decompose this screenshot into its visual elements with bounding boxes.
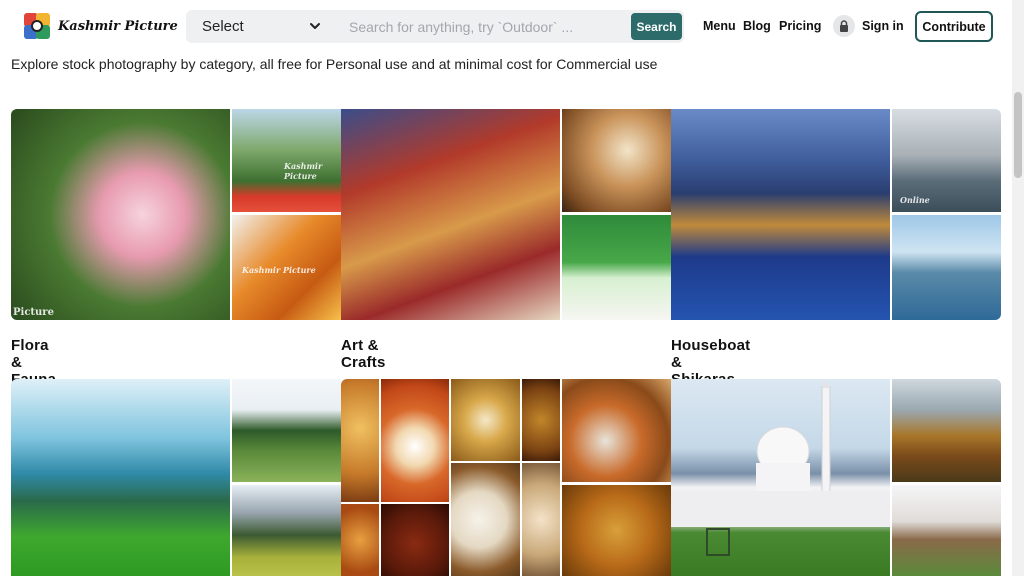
search-bar: Select	[186, 10, 684, 43]
logo-icon	[22, 11, 54, 41]
meadow-photo	[11, 379, 230, 576]
garden-photo: Kashmir Picture	[232, 109, 341, 212]
food-photo	[562, 379, 671, 482]
lock-icon[interactable]	[833, 15, 855, 37]
food-photo	[451, 379, 520, 461]
flower-photo: Picture	[11, 109, 230, 320]
food-photo	[381, 504, 449, 576]
photo-watermark: Kashmir Picture	[242, 265, 316, 275]
shikara-photo: Online	[892, 109, 1001, 212]
top-navbar: Kashmir Picture Select Search Menu Blog …	[0, 0, 1012, 52]
page-subtitle: Explore stock photography by category, a…	[11, 56, 658, 72]
food-photo	[341, 504, 379, 576]
food-photo	[381, 379, 449, 502]
hazratbal-shrine-photo	[671, 379, 890, 576]
clock-tower-photo	[892, 485, 1001, 576]
search-button[interactable]: Search	[631, 13, 682, 40]
nav-blog[interactable]: Blog	[743, 19, 771, 33]
chinar-leaf-photo: Kashmir Picture	[232, 215, 341, 320]
photo-watermark: Online	[900, 195, 930, 205]
sign-in-link[interactable]: Sign in	[862, 19, 904, 33]
food-photo	[451, 463, 520, 576]
painted-table-photo	[562, 215, 671, 320]
nav-pricing[interactable]: Pricing	[779, 19, 821, 33]
chevron-down-icon	[310, 23, 320, 29]
valley-photo	[232, 485, 341, 576]
mosque-icon	[671, 379, 890, 556]
site-logo[interactable]: Kashmir Picture	[22, 11, 178, 41]
food-photo	[522, 379, 560, 461]
category-label[interactable]: Art & Crafts	[341, 337, 386, 371]
food-photo	[562, 485, 671, 576]
category-select[interactable]: Select	[186, 10, 336, 43]
category-select-value: Select	[202, 18, 244, 35]
food-photo	[341, 379, 379, 502]
hari-parbat-fort-photo	[892, 379, 1001, 482]
nav-menu[interactable]: Menu	[703, 19, 736, 33]
logo-text: Kashmir Picture	[58, 18, 178, 34]
photo-watermark: Kashmir Picture	[284, 161, 323, 181]
contribute-button[interactable]: Contribute	[915, 11, 993, 42]
carpets-photo	[341, 109, 560, 320]
page-scrollbar[interactable]	[1012, 0, 1024, 576]
village-photo	[232, 379, 341, 482]
dal-lake-night-photo	[671, 109, 890, 320]
search-input[interactable]	[336, 10, 666, 43]
scrollbar-thumb[interactable]	[1014, 92, 1022, 178]
food-photo	[522, 463, 560, 576]
houseboats-photo	[892, 215, 1001, 320]
copperware-photo	[562, 109, 671, 212]
photo-watermark: Picture	[13, 307, 54, 318]
